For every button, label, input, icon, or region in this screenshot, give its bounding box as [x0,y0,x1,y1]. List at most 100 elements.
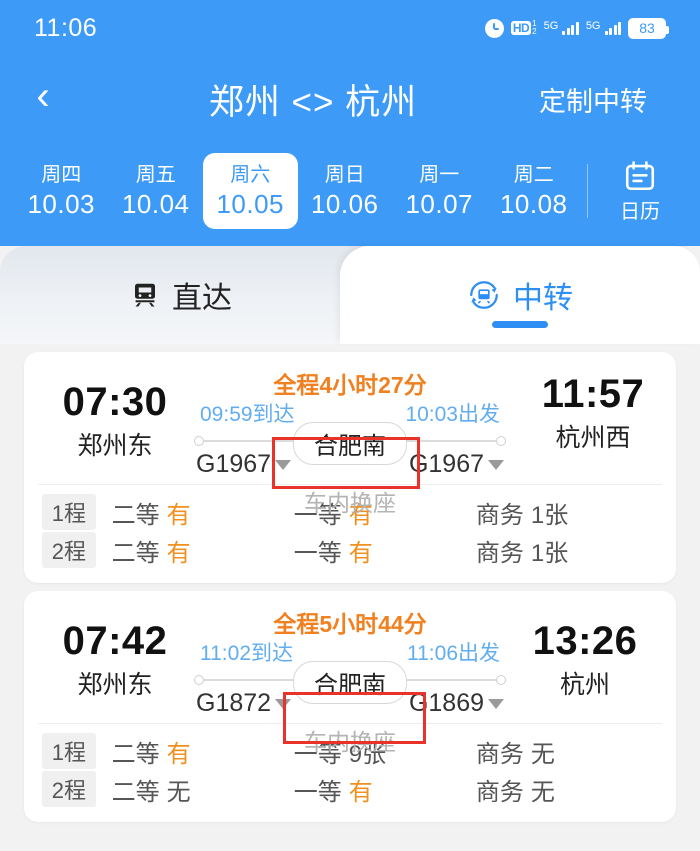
seat-cell-business-class: 商务 1张 [476,495,658,530]
seat-availability-value: 有 [166,740,191,768]
date-tab-date: 10.04 [121,189,190,219]
leg1-train-number-label: G1967 [196,450,272,478]
date-tab-4[interactable]: 周一 10.07 [392,153,487,229]
header-region: 11:06 HD 1 2 5G 5G 83 ‹ 郑州 <> 杭州 定制中转 周四… [0,0,700,246]
arrival-block: 11:57 杭州西 [508,370,678,458]
seat-class-label: 一等 [293,539,342,567]
date-tab-0[interactable]: 周四 10.03 [14,153,109,229]
seat-row: 2程 二等 有 一等 有 商务 1张 [24,531,676,569]
transfer-middle: 全程5小时44分 11:02到达 11:06出发 合肥南 G1872 G1869… [194,591,506,755]
total-duration: 全程5小时44分 [273,611,427,637]
leg2-train-number[interactable]: G1967 [409,450,504,479]
arrival-station: 杭州西 [555,424,631,452]
date-tab-date: 10.05 [216,189,285,219]
signal-5g-icon-2: 5G [586,21,621,35]
hd-voice-icon: HD 1 2 [510,20,537,36]
result-type-tabs: 直达 中转 [0,246,700,344]
seat-cell-business-class: 商务 无 [476,772,658,807]
status-bar: 11:06 HD 1 2 5G 5G 83 [0,0,700,56]
seat-availability-value: 有 [166,501,191,529]
tab-transfer[interactable]: 中转 [340,246,700,344]
hd-sim2-label: 2 [532,27,537,36]
leg1-arrival-time: 11:02到达 [200,642,293,665]
seat-cell-second-class: 二等 有 [112,495,294,530]
seat-class-label: 商务 [475,539,524,567]
departure-time: 07:42 [62,619,168,663]
leg-badge: 1程 [42,494,96,530]
leg2-train-number-label: G1967 [408,450,484,478]
train-front-icon [130,280,160,310]
tab-direct[interactable]: 直达 [0,246,362,344]
transfer-station-pill: 合肥南 [293,661,407,704]
calendar-button[interactable]: 日历 [594,159,686,223]
departure-block: 07:42 郑州东 [30,617,200,705]
back-button[interactable]: ‹ [0,76,86,122]
date-tab-weekday: 周六 [230,164,271,186]
seat-class-label: 二等 [111,501,160,529]
tab-active-indicator [492,321,548,328]
seat-availability-value: 无 [166,778,191,806]
status-bar-icons: HD 1 2 5G 5G 83 [484,17,669,39]
seat-class-label: 商务 [475,740,524,768]
seat-class-label: 二等 [111,539,160,567]
date-tab-2-selected[interactable]: 周六 10.05 [203,153,298,229]
itinerary-summary: 07:42 郑州东 13:26 杭州 全程5小时44分 11:02到达 11:0… [24,591,676,755]
seat-cell-second-class: 二等 无 [112,772,294,807]
date-tab-date: 10.08 [499,189,568,219]
custom-transfer-button[interactable]: 定制中转 [500,80,700,119]
seat-availability-value: 1张 [530,539,569,567]
seat-availability-value: 有 [166,539,191,567]
battery-icon: 83 [628,17,669,39]
calendar-label: 日历 [620,201,660,223]
seat-cell-first-class: 一等 有 [294,772,476,807]
seat-cell-business-class: 商务 1张 [476,533,658,568]
chevron-down-icon [275,459,292,470]
total-duration: 全程4小时27分 [273,372,427,398]
signal-bars-1 [562,21,579,35]
tab-direct-label: 直达 [172,282,232,315]
leg2-train-number-label: G1869 [408,689,484,717]
network-type-label-1: 5G [543,20,559,32]
date-tab-weekday: 周一 [419,164,460,186]
seat-availability-value: 无 [530,778,555,806]
leg1-train-number[interactable]: G1967 [196,450,292,479]
leg-badge: 2程 [42,532,96,568]
date-tab-3[interactable]: 周日 10.06 [298,153,393,229]
date-tab-weekday: 周五 [135,164,176,186]
date-tab-1[interactable]: 周五 10.04 [109,153,204,229]
date-tab-weekday: 周四 [41,164,82,186]
leg2-train-number[interactable]: G1869 [409,689,504,718]
seat-availability-value: 1张 [530,501,569,529]
divider [587,164,588,218]
leg2-departure-time: 10:03出发 [405,403,500,426]
date-tab-date: 10.07 [405,189,474,219]
hd-badge-label: HD [510,21,532,35]
seat-cell-business-class: 商务 无 [476,734,658,769]
train-transfer-icon [467,278,501,312]
seat-availability-value: 无 [530,740,555,768]
seat-class-label: 商务 [475,501,524,529]
signal-bars-2 [604,21,621,35]
arrival-time: 11:57 [541,372,645,416]
seat-class-label: 二等 [111,778,160,806]
chevron-left-icon: ‹ [36,74,50,118]
status-bar-clock: 11:06 [34,13,98,42]
seat-row: 2程 二等 无 一等 有 商务 无 [24,770,676,808]
date-tab-weekday: 周日 [324,164,365,186]
departure-station: 郑州东 [77,432,153,460]
calendar-icon [623,159,657,198]
leg1-train-number[interactable]: G1872 [196,689,292,718]
transfer-result-card[interactable]: 07:42 郑州东 13:26 杭州 全程5小时44分 11:02到达 11:0… [24,591,676,822]
seat-change-note: 车内换座 [304,490,396,516]
chevron-down-icon [488,698,504,709]
tab-transfer-label: 中转 [513,282,573,315]
seat-change-note: 车内换座 [304,729,396,755]
chevron-down-icon [275,698,292,709]
seat-cell-second-class: 二等 有 [112,734,294,769]
transfer-middle: 全程4小时27分 09:59到达 10:03出发 合肥南 G1967 G1967… [194,352,506,516]
departure-time: 07:30 [62,380,168,424]
seat-availability-value: 有 [348,539,373,567]
seat-class-label: 商务 [475,778,524,806]
date-tab-5[interactable]: 周二 10.08 [487,153,582,229]
departure-block: 07:30 郑州东 [30,378,200,466]
